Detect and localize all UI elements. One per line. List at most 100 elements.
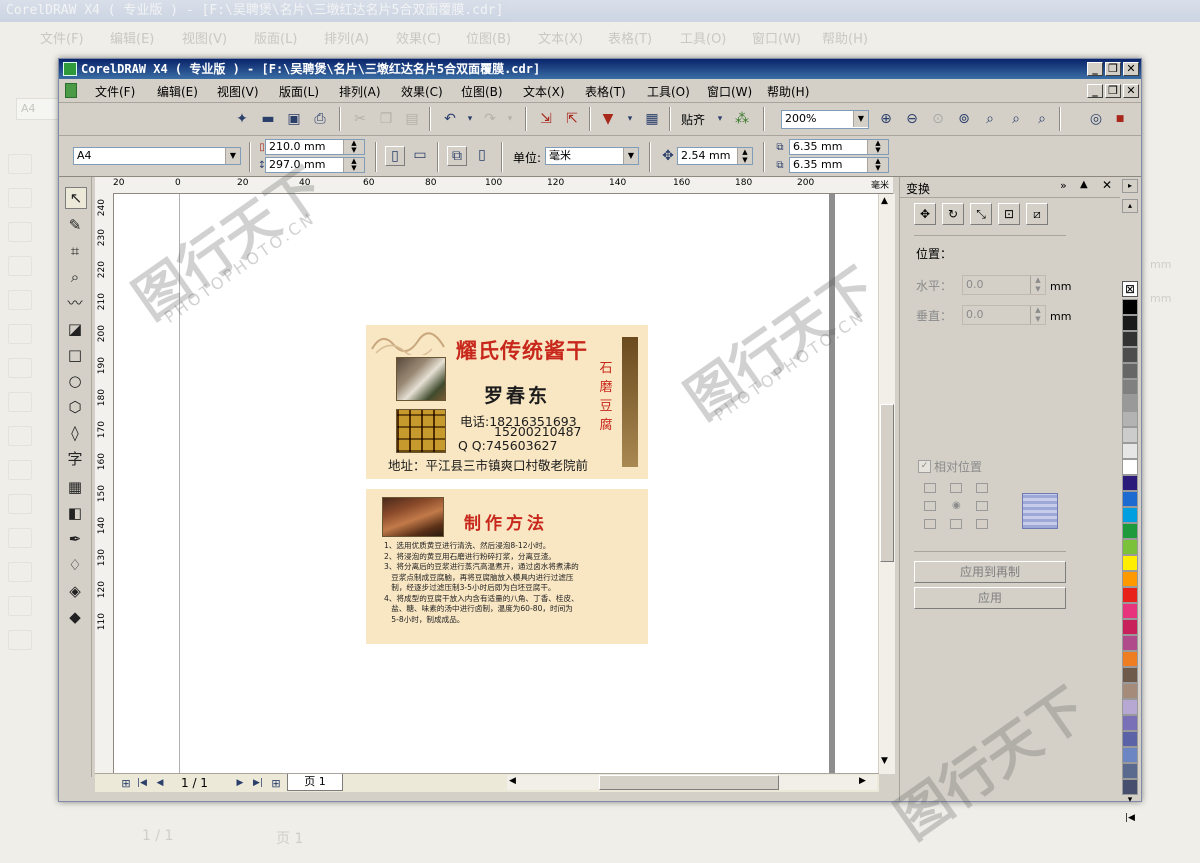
zoom-level-select[interactable]: 200% ▼	[781, 110, 869, 129]
horizontal-position-input[interactable]: 0.0 ▲ ▼	[962, 275, 1046, 295]
paste-icon[interactable]: ▤	[403, 110, 421, 128]
color-swatch[interactable]	[1122, 523, 1138, 539]
scale-mirror-transform-icon[interactable]: ⤡	[970, 203, 992, 225]
next-page-icon[interactable]: ▶	[231, 774, 249, 792]
page-height-input[interactable]: 297.0 mm ▲ ▼	[265, 157, 365, 173]
last-page-icon[interactable]: ▶|	[249, 774, 267, 792]
color-swatch[interactable]	[1122, 491, 1138, 507]
palette-scroll-icon[interactable]: ▴	[1122, 199, 1138, 213]
no-color-swatch[interactable]: ⊠	[1122, 281, 1138, 297]
launcher-dropdown-icon[interactable]: ▾	[621, 110, 639, 128]
color-swatch[interactable]	[1122, 635, 1138, 651]
fill-tool-icon[interactable]: ◈	[65, 581, 85, 601]
application-launcher-icon[interactable]: ▼	[599, 110, 617, 128]
close-button[interactable]: ✕	[1123, 62, 1139, 76]
expand-docker-icon[interactable]: »	[1060, 179, 1067, 192]
snap-dropdown-icon[interactable]: ▾	[711, 110, 729, 128]
chevron-down-icon[interactable]: ▼	[225, 148, 240, 164]
restore-button[interactable]: ❐	[1105, 62, 1121, 76]
color-swatch[interactable]	[1122, 555, 1138, 571]
color-swatch[interactable]	[1122, 443, 1138, 459]
menu-bitmaps[interactable]: 位图(B)	[461, 83, 503, 100]
smart-fill-tool-icon[interactable]: ◪	[65, 319, 85, 339]
scroll-up-icon[interactable]: ▲	[881, 196, 888, 206]
current-page-icon[interactable]: ▯	[473, 146, 491, 164]
color-swatch[interactable]	[1122, 395, 1138, 411]
nudge-distance-input[interactable]: 2.54 mm ▲ ▼	[677, 147, 753, 165]
center-anchor-radio-icon[interactable]: ◉	[952, 500, 961, 511]
color-swatch[interactable]	[1122, 699, 1138, 715]
menu-window[interactable]: 窗口(W)	[707, 83, 752, 100]
color-swatch[interactable]	[1122, 411, 1138, 427]
color-swatch[interactable]	[1122, 747, 1138, 763]
palette-end-icon[interactable]: |◀	[1122, 813, 1138, 827]
close-docker-icon[interactable]: ✕	[1102, 178, 1112, 192]
menu-text[interactable]: 文本(X)	[523, 83, 565, 100]
eyedropper-tool-icon[interactable]: ✒	[65, 529, 85, 549]
landscape-orientation-icon[interactable]: ▭	[411, 146, 429, 164]
menu-file[interactable]: 文件(F)	[95, 83, 135, 100]
collapse-docker-icon[interactable]: ▲	[1080, 179, 1088, 190]
rectangle-tool-icon[interactable]: □	[65, 345, 85, 365]
options-icon[interactable]: ⁂	[733, 110, 751, 128]
freehand-tool-icon[interactable]: 〰	[65, 293, 85, 313]
vertical-scroll-thumb[interactable]	[880, 404, 894, 562]
menu-arrange[interactable]: 排列(A)	[339, 83, 381, 100]
color-swatch[interactable]	[1122, 315, 1138, 331]
business-card-front[interactable]: 耀氏传统酱干 罗春东 石磨豆腐 电话:18216351693 152002104…	[366, 325, 648, 479]
rotate-transform-icon[interactable]: ↻	[942, 203, 964, 225]
color-swatch[interactable]	[1122, 779, 1138, 795]
color-swatch[interactable]	[1122, 459, 1138, 475]
text-tool-icon[interactable]: 字	[65, 449, 85, 469]
print-icon[interactable]: ⎙	[311, 110, 329, 128]
zoom-page-height-icon[interactable]: ⌕	[1033, 110, 1051, 128]
zoom-page-icon[interactable]: ⌕	[981, 110, 999, 128]
previous-page-icon[interactable]: ◀	[151, 774, 169, 792]
color-swatch[interactable]	[1122, 651, 1138, 667]
menu-layout[interactable]: 版面(L)	[279, 83, 319, 100]
color-swatch[interactable]	[1122, 475, 1138, 491]
color-swatch[interactable]	[1122, 683, 1138, 699]
vertical-position-input[interactable]: 0.0 ▲ ▼	[962, 305, 1046, 325]
scroll-down-icon[interactable]: ▼	[881, 756, 888, 766]
color-swatch[interactable]	[1122, 427, 1138, 443]
interactive-blend-tool-icon[interactable]: ◧	[65, 503, 85, 523]
snap-to-label[interactable]: 贴齐	[681, 111, 705, 128]
zoom-page-width-icon[interactable]: ⌕	[1007, 110, 1025, 128]
horizontal-spinner[interactable]: ▲ ▼	[1030, 276, 1045, 294]
relative-position-checkbox[interactable]: ✓	[918, 460, 931, 473]
color-swatch[interactable]	[1122, 731, 1138, 747]
width-spinner[interactable]: ▲ ▼	[343, 140, 364, 154]
minimize-button[interactable]: _	[1087, 62, 1103, 76]
chevron-down-icon[interactable]: ▼	[623, 148, 638, 164]
open-folder-icon[interactable]: ▬	[259, 110, 277, 128]
menu-view[interactable]: 视图(V)	[217, 83, 259, 100]
color-swatch[interactable]	[1122, 619, 1138, 635]
scroll-right-icon[interactable]: ▶	[859, 776, 866, 786]
shape-tool-icon[interactable]: ✎	[65, 215, 85, 235]
scroll-left-icon[interactable]: ◀	[509, 776, 516, 786]
welcome-screen-icon[interactable]: ▦	[643, 110, 661, 128]
ellipse-tool-icon[interactable]: ○	[65, 371, 85, 391]
zoom-all-objects-icon[interactable]: ⊚	[955, 110, 973, 128]
anchor-grid[interactable]: ◉	[922, 481, 990, 533]
vertical-scrollbar[interactable]: ▲ ▼	[879, 194, 895, 774]
add-page-after-icon[interactable]: ⊞	[267, 774, 285, 792]
position-transform-icon[interactable]: ✥	[914, 203, 936, 225]
color-swatch[interactable]	[1122, 379, 1138, 395]
palette-scroll-down-icon[interactable]: ▾	[1122, 795, 1138, 809]
horizontal-scrollbar[interactable]: ◀ ▶	[507, 775, 877, 790]
color-swatch[interactable]	[1122, 715, 1138, 731]
menu-help[interactable]: 帮助(H)	[767, 83, 809, 100]
drawing-canvas[interactable]	[114, 194, 878, 774]
corel-connect-icon[interactable]: ◎	[1087, 110, 1105, 128]
copy-icon[interactable]: ❐	[377, 110, 395, 128]
height-spinner[interactable]: ▲ ▼	[343, 158, 364, 172]
color-swatch[interactable]	[1122, 763, 1138, 779]
menu-edit[interactable]: 编辑(E)	[157, 83, 198, 100]
page-width-input[interactable]: 210.0 mm ▲ ▼	[265, 139, 365, 155]
doc-restore-button[interactable]: ❐	[1105, 84, 1121, 98]
new-document-icon[interactable]: ✦	[233, 110, 251, 128]
import-icon[interactable]: ⇲	[537, 110, 555, 128]
first-page-icon[interactable]: |◀	[133, 774, 151, 792]
